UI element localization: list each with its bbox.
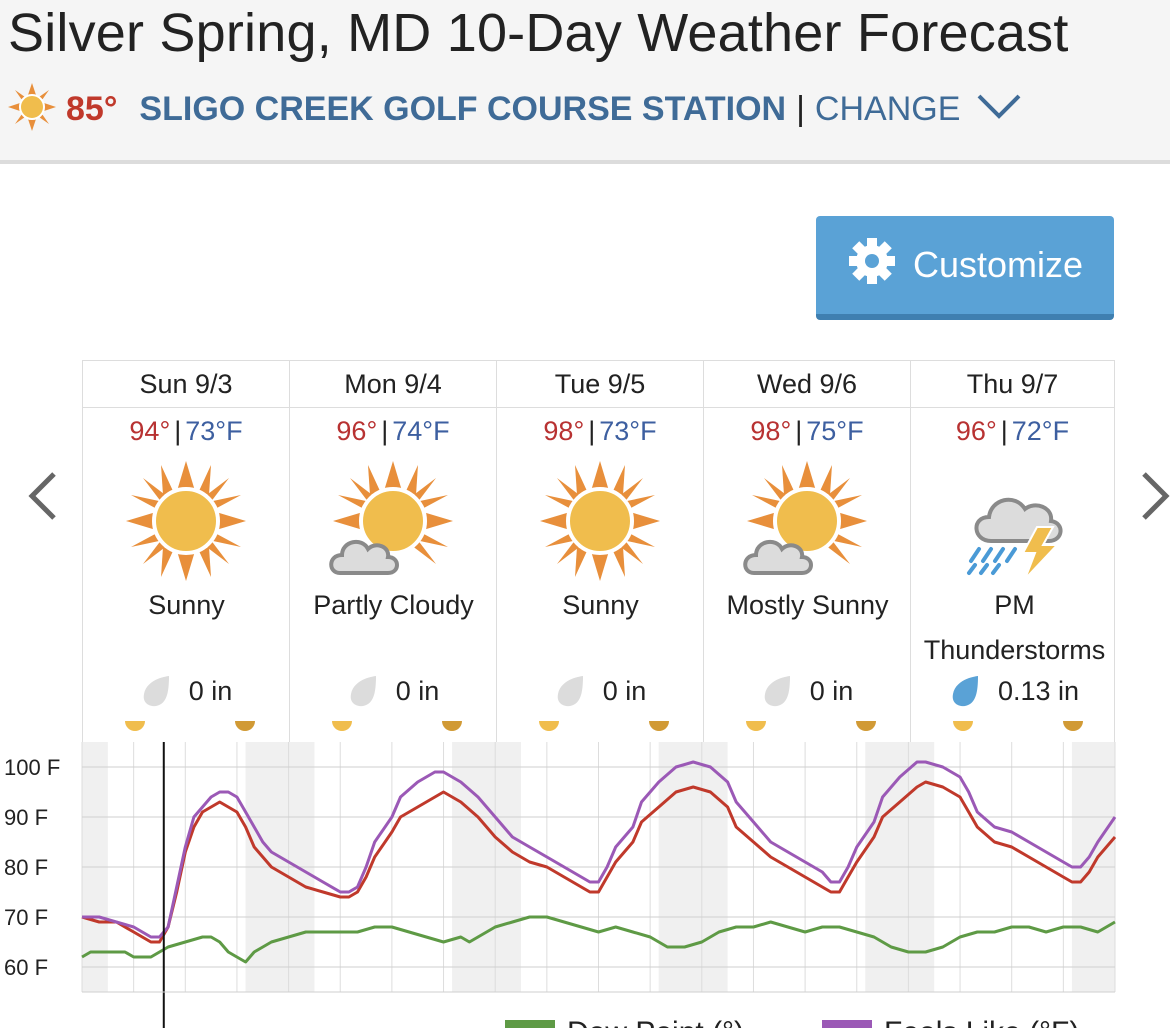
condition-text: Sunny xyxy=(148,590,225,620)
day-column[interactable]: Mon 9/4 96° | 74°F Partly Cloudy 0 in xyxy=(289,361,496,743)
mostly-sunny-icon xyxy=(742,457,872,585)
sunrise-sunset-marks xyxy=(83,721,290,741)
day-temps: 96° | 72°F xyxy=(955,416,1070,446)
condition-text: PM Thunderstorms xyxy=(923,590,1106,665)
location-header: Silver Spring, MD 10-Day Weather Forecas… xyxy=(0,0,1170,164)
precip-amount: 0 in xyxy=(83,671,290,711)
forecast-days: Sun 9/3 94° | 73°F Sunny 0 in Mon 9/4 96° |… xyxy=(82,360,1115,743)
legend-label: Dew Point (°) xyxy=(567,1016,744,1028)
precip-amount: 0 in xyxy=(497,671,704,711)
raindrop-icon xyxy=(952,676,978,707)
chevron-left-icon[interactable] xyxy=(24,468,64,524)
sun-icon xyxy=(121,457,251,585)
station-row: 85° SLIGO CREEK GOLF COURSE STATION | CH… xyxy=(8,82,1022,136)
sunset-icon xyxy=(856,721,876,731)
precip-amount: 0.13 in xyxy=(911,671,1118,711)
precip-value: 0 in xyxy=(188,675,233,706)
sunset-icon xyxy=(442,721,462,731)
sunrise-icon xyxy=(125,721,145,731)
condition-text: Sunny xyxy=(562,590,639,620)
y-tick-label: 60 F xyxy=(4,955,48,980)
sun-icon xyxy=(8,82,56,136)
legend-swatch xyxy=(505,1020,555,1028)
low-temp: 73°F xyxy=(185,416,243,446)
high-temp: 98° xyxy=(543,416,585,446)
day-column[interactable]: Thu 9/7 96° | 72°F PM Thunderstorms 0.13 i… xyxy=(910,361,1115,743)
day-temps: 98° | 75°F xyxy=(750,416,864,446)
sunrise-sunset-marks xyxy=(704,721,911,741)
y-tick-label: 90 F xyxy=(4,805,48,830)
precip-value: 0 in xyxy=(395,675,440,706)
partly-cloudy-icon xyxy=(328,457,458,585)
raindrop-icon xyxy=(350,676,376,707)
customize-label: Customize xyxy=(912,244,1084,285)
sunrise-icon xyxy=(953,721,973,731)
high-temp: 94° xyxy=(129,416,171,446)
day-column[interactable]: Sun 9/3 94° | 73°F Sunny 0 in xyxy=(82,361,289,743)
raindrop-icon xyxy=(764,676,790,707)
separator: | xyxy=(796,89,805,128)
sunset-icon xyxy=(235,721,255,731)
day-temps: 96° | 74°F xyxy=(336,416,450,446)
precip-value: 0.13 in xyxy=(997,675,1080,706)
sunrise-sunset-marks xyxy=(290,721,497,741)
change-station-link[interactable]: CHANGE xyxy=(815,90,960,129)
chevron-right-icon[interactable] xyxy=(1134,468,1170,524)
raindrop-icon xyxy=(143,676,169,707)
hourly-temperature-chart: 100 F 90 F 80 F 70 F 60 F Dew Point (°) Feels … xyxy=(4,742,1117,1028)
sunset-icon xyxy=(1063,721,1083,731)
day-name: Thu 9/7 xyxy=(911,361,1114,408)
high-temp: 98° xyxy=(750,416,792,446)
sunset-icon xyxy=(649,721,669,731)
sun-icon xyxy=(535,457,665,585)
low-temp: 75°F xyxy=(806,416,864,446)
day-column[interactable]: Wed 9/6 98° | 75°F Mostly Sunny 0 in xyxy=(703,361,910,743)
day-temps: 94° | 73°F xyxy=(129,416,243,446)
customize-button[interactable]: Customize xyxy=(816,216,1114,320)
gear-icon xyxy=(847,236,913,295)
sunrise-icon xyxy=(746,721,766,731)
condition-text: Partly Cloudy xyxy=(313,590,474,620)
y-tick-label: 100 F xyxy=(4,755,60,780)
day-name: Tue 9/5 xyxy=(497,361,703,408)
day-name: Mon 9/4 xyxy=(290,361,496,408)
condition-text: Mostly Sunny xyxy=(726,590,889,620)
low-temp: 72°F xyxy=(1011,416,1070,446)
thunderstorm-icon xyxy=(949,457,1079,585)
y-tick-label: 70 F xyxy=(4,905,48,930)
precip-value: 0 in xyxy=(602,675,647,706)
legend-swatch xyxy=(822,1020,872,1028)
y-tick-label: 80 F xyxy=(4,855,48,880)
sunrise-sunset-marks xyxy=(911,721,1118,741)
day-name: Wed 9/6 xyxy=(704,361,910,408)
raindrop-icon xyxy=(557,676,583,707)
high-temp: 96° xyxy=(955,416,997,446)
precip-value: 0 in xyxy=(809,675,854,706)
day-temps: 98° | 73°F xyxy=(543,416,657,446)
sunrise-icon xyxy=(332,721,352,731)
low-temp: 74°F xyxy=(392,416,450,446)
station-name-link[interactable]: SLIGO CREEK GOLF COURSE STATION xyxy=(139,90,786,129)
day-column[interactable]: Tue 9/5 98° | 73°F Sunny 0 in xyxy=(496,361,703,743)
current-temperature: 85° xyxy=(66,89,118,128)
chevron-down-icon[interactable] xyxy=(976,92,1022,127)
precip-amount: 0 in xyxy=(290,671,497,711)
low-temp: 73°F xyxy=(599,416,657,446)
precip-amount: 0 in xyxy=(704,671,911,711)
high-temp: 96° xyxy=(336,416,378,446)
page-title: Silver Spring, MD 10-Day Weather Forecas… xyxy=(8,3,1069,63)
sunrise-sunset-marks xyxy=(497,721,704,741)
legend-label: Feels Like (°F) xyxy=(884,1016,1079,1028)
day-name: Sun 9/3 xyxy=(83,361,289,408)
sunrise-icon xyxy=(539,721,559,731)
